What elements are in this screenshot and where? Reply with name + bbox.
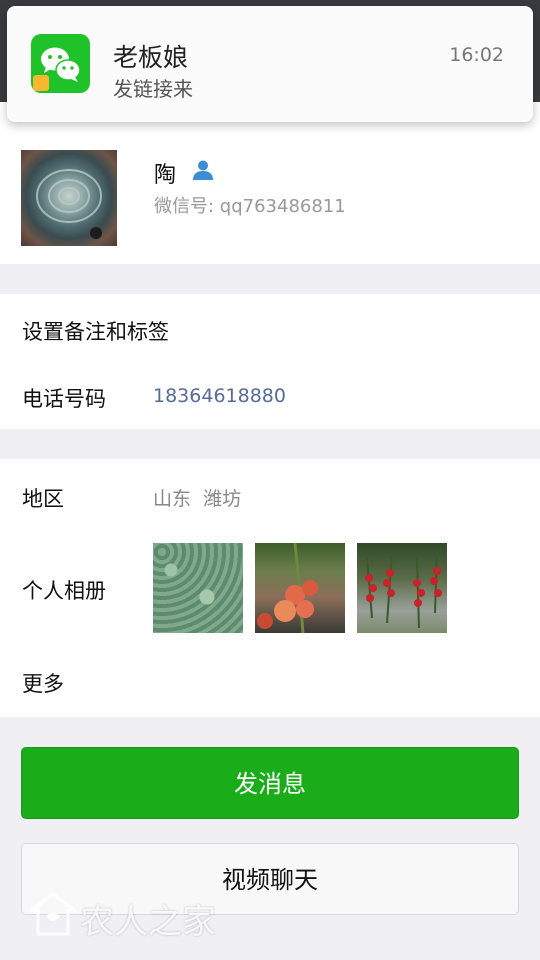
wechat-id: 微信号: qq763486811 [154, 196, 346, 217]
album-photo-tomatoes[interactable] [255, 542, 345, 634]
notification-banner[interactable]: 老板娘 发链接来 16:02 [7, 6, 533, 122]
watermark-text: 农人之家 [80, 902, 216, 942]
album-photo-succulents[interactable] [153, 543, 243, 633]
set-remark-row[interactable]: 设置备注和标签 [22, 316, 169, 346]
person-icon [191, 158, 215, 186]
profile-card: 陶 微信号: qq763486811 [0, 102, 540, 264]
badge-icon [33, 75, 49, 91]
phone-number-link[interactable]: 18364618880 [153, 385, 286, 407]
remark-section: 设置备注和标签 电话号码 18364618880 [0, 294, 540, 429]
album-label[interactable]: 个人相册 [22, 575, 106, 605]
watermark-logo-icon [30, 892, 76, 936]
region-label: 地区 [22, 487, 64, 511]
notification-time: 16:02 [449, 44, 504, 66]
info-section: 地区 山东 潍坊 个人相册 更多 [0, 459, 540, 717]
avatar[interactable] [21, 150, 117, 246]
notification-message: 发链接来 [113, 77, 193, 101]
send-message-button[interactable]: 发消息 [21, 747, 519, 819]
notification-sender: 老板娘 [113, 43, 189, 72]
wechat-icon [31, 34, 90, 93]
more-row[interactable]: 更多 [22, 668, 64, 698]
phone-label: 电话号码 [22, 387, 106, 411]
profile-name: 陶 [154, 163, 177, 188]
region-value: 山东 潍坊 [153, 488, 242, 510]
album-photo-cherry-tomatoes[interactable] [357, 543, 447, 633]
